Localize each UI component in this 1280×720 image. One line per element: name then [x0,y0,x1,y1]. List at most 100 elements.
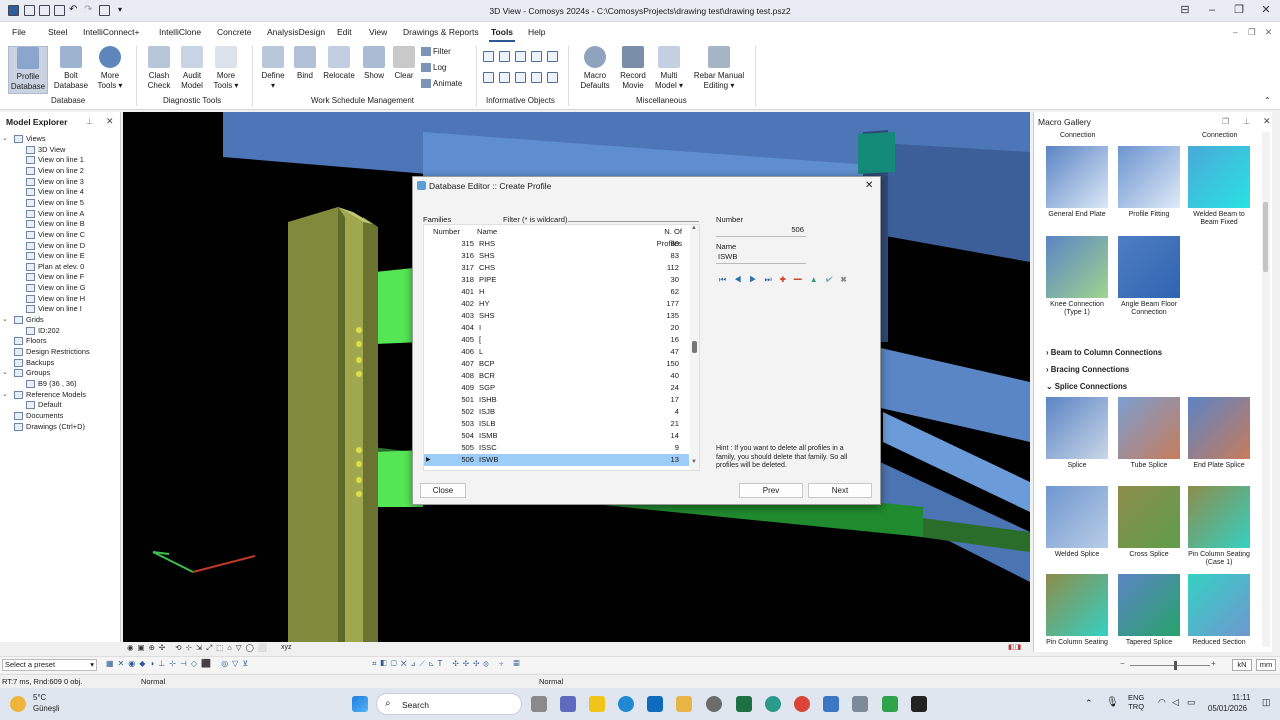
menu-drawings-reports[interactable]: Drawings & Reports [403,27,479,37]
table-row[interactable]: 318 PIPE 30 [424,274,689,286]
menu-intelliclone[interactable]: IntelliClone [159,27,201,37]
clock-date[interactable]: 05/01/2026 [1208,704,1247,713]
close-button[interactable]: ✕ [1256,3,1276,17]
pin-icon[interactable]: ⊥ [86,117,93,126]
dialog-close-icon[interactable]: ✕ [865,180,873,191]
folder-icon[interactable] [676,696,692,712]
table-row[interactable]: 406 L 47 [424,346,689,358]
tree-expander-icon[interactable]: ⌄ [2,368,8,376]
info-object-icon[interactable] [547,72,558,83]
settings-icon[interactable] [706,696,722,712]
pin-icon[interactable]: ⊥ [1243,117,1250,126]
table-row[interactable]: 402 HY 177 [424,298,689,310]
info-object-icon[interactable] [531,72,542,83]
tree-expander-icon[interactable]: ⌄ [2,134,8,142]
file-explorer-icon[interactable] [589,696,605,712]
gallery-scrollbar[interactable] [1262,132,1270,647]
close-panel-icon[interactable]: ✕ [1263,116,1271,127]
macro-tapered-splice[interactable]: Tapered Splice [1114,574,1184,647]
scroll-down-icon[interactable]: ▼ [691,459,697,465]
macro-welded-beam[interactable]: Welded Beam to Beam Fixed [1184,146,1254,227]
edit-record-icon[interactable]: ▲ [810,275,826,284]
language-indicator[interactable]: ENG TRQ [1128,693,1144,711]
table-row[interactable]: 405 [16 [424,334,689,346]
define-button[interactable]: Define ▾ [258,46,288,91]
section-beam-to-column[interactable]: › Beam to Column Connections [1046,348,1162,357]
nav-icons[interactable]: ◧◨ [1008,643,1021,651]
menu-analysisdesign[interactable]: AnalysisDesign [267,27,325,37]
table-row[interactable]: 503 ISLB 21 [424,418,689,430]
filter-input[interactable] [568,221,699,222]
table-row[interactable]: 401 H 62 [424,286,689,298]
force-unit-select[interactable]: kN [1232,659,1252,671]
log-button[interactable]: Log [421,63,446,73]
zoom-in-icon[interactable]: + [1211,659,1216,668]
menu-intelliconnect[interactable]: IntelliConnect+ [83,27,139,37]
scroll-up-icon[interactable]: ▲ [691,225,697,231]
browser-icon[interactable] [765,696,781,712]
table-row[interactable]: 505 ISSC 9 [424,442,689,454]
collapse-ribbon-icon[interactable]: ⌃ [1264,96,1271,105]
first-record-icon[interactable]: ⏮ [719,275,734,284]
prev-record-icon[interactable]: ◀ [734,275,749,284]
record-navigator[interactable]: ⏮◀▶⏭✚━▲✔✖ [719,275,855,285]
delete-record-icon[interactable]: ━ [794,275,810,284]
close-panel-icon[interactable]: ✕ [106,116,114,127]
last-record-icon[interactable]: ⏭ [764,275,779,284]
macro-splice[interactable]: Splice [1042,397,1112,470]
float-panel-icon[interactable]: ❐ [1222,117,1229,126]
close-button[interactable]: Close [420,483,466,498]
bind-button[interactable]: Bind [292,46,318,81]
clock-time[interactable]: 11:11 [1232,693,1250,702]
volume-icon[interactable]: ◁ [1172,697,1179,708]
start-windows-icon[interactable] [352,696,368,712]
info-object-icon[interactable] [547,51,558,62]
weather-sun-icon[interactable] [10,696,26,712]
app-green-icon[interactable] [882,696,898,712]
zoom-slider-thumb[interactable] [1174,661,1177,670]
next-button[interactable]: Next [808,483,872,498]
animate-button[interactable]: Animate [421,79,462,89]
info-object-icon[interactable] [499,51,510,62]
cancel-record-icon[interactable]: ✖ [840,275,854,284]
families-table[interactable]: Number Name N. Of Profiles 315 RHS 80 316 SH… [423,224,700,471]
prev-button[interactable]: Prev [739,483,803,498]
clear-button[interactable]: Clear [391,46,417,81]
tray-chevron-icon[interactable]: ⌃ [1085,698,1093,709]
scroll-thumb[interactable] [692,341,697,353]
table-row[interactable]: ▶ 506 ISWB 13 [424,454,689,466]
taskbar-search[interactable]: ⌕ Search [376,693,522,715]
gallery-scroll-thumb[interactable] [1263,202,1268,272]
table-row[interactable]: 408 BCR 40 [424,370,689,382]
profile-database-button[interactable]: Profile Database [8,46,48,94]
restore-layout-icon[interactable]: ⊟ [1175,3,1195,17]
zoom-out-icon[interactable]: − [1120,659,1125,668]
table-row[interactable]: 404 I 20 [424,322,689,334]
edge-icon[interactable] [618,696,634,712]
section-splice[interactable]: ⌄ Splice Connections [1046,382,1127,391]
macro-cross-splice[interactable]: Cross Splice [1114,486,1184,559]
macro-welded-splice[interactable]: Welded Splice [1042,486,1112,559]
relocate-button[interactable]: Relocate [322,46,356,81]
clash-check-button[interactable]: Clash Check [142,46,176,91]
table-scrollbar[interactable]: ▲ ▼ [690,225,699,470]
tree-expander-icon[interactable]: ⌄ [2,315,8,323]
macro-defaults-button[interactable]: Macro Defaults [577,46,613,91]
info-object-icon[interactable] [531,51,542,62]
bolt-database-button[interactable]: Bolt Database [52,46,90,91]
table-row[interactable]: 409 SGP 24 [424,382,689,394]
table-row[interactable]: 316 SHS 83 [424,250,689,262]
menu-steel[interactable]: Steel [48,27,67,37]
filter-button[interactable]: Filter [421,47,451,57]
notifications-icon[interactable]: ◫ [1262,697,1271,708]
macro-knee-connection[interactable]: Knee Connection (Type 1) [1042,236,1112,317]
number-field[interactable]: 506 [716,225,806,237]
selection-tool-icons[interactable]: ⌗◧▢✕⊿⟋⊾T ✣✣✣⊛ ⊹ ▦ [372,659,524,669]
macro-end-plate-splice[interactable]: End Plate Splice [1184,397,1254,470]
table-row[interactable]: 504 ISMB 14 [424,430,689,442]
tree-expander-icon[interactable]: ⌄ [2,390,8,398]
name-field[interactable]: ISWB [716,252,806,264]
menu-edit[interactable]: Edit [337,27,352,37]
menu-help[interactable]: Help [528,27,545,37]
preset-select[interactable]: Select a preset ▾ [2,659,97,671]
